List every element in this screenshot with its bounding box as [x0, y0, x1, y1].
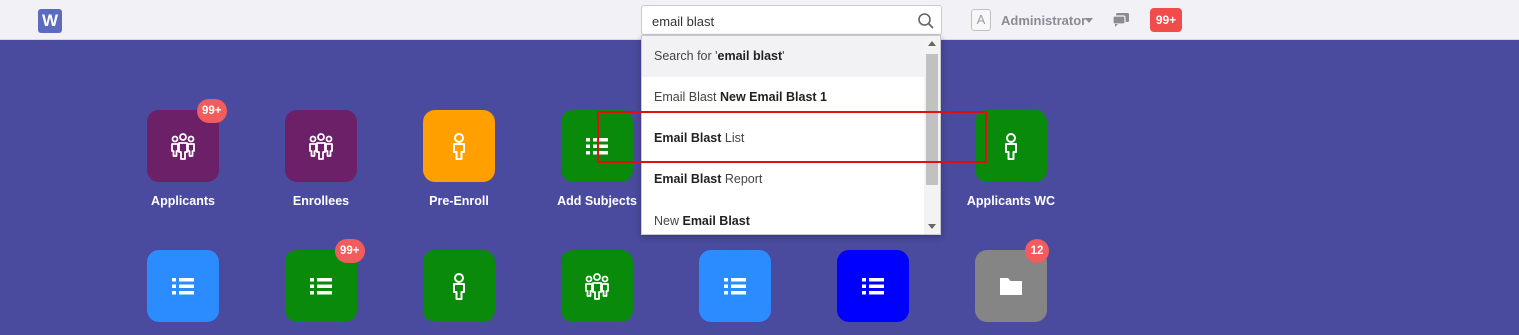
- chevron-down-icon[interactable]: [1085, 18, 1093, 23]
- tile-badge: 99+: [335, 239, 365, 263]
- search-box[interactable]: [641, 5, 942, 35]
- scroll-up-arrow-icon[interactable]: [928, 41, 936, 46]
- tile-label[interactable]: Applicants WC: [946, 194, 1076, 208]
- person-icon: [453, 133, 465, 160]
- tile-badge: 99+: [197, 99, 227, 123]
- list-icon: [862, 278, 884, 295]
- app-tile[interactable]: [423, 250, 495, 322]
- app-tile[interactable]: [699, 250, 771, 322]
- app-tile[interactable]: [561, 250, 633, 322]
- list-icon: [586, 138, 608, 155]
- group-icon: [585, 273, 609, 300]
- suggestion-email-blast-report[interactable]: Email Blast Report: [642, 159, 926, 200]
- list-icon: [172, 278, 194, 295]
- suggestion-search-for[interactable]: Search for 'email blast': [642, 36, 926, 77]
- app-logo[interactable]: W: [38, 9, 62, 33]
- app-tile[interactable]: [423, 110, 495, 182]
- search-input[interactable]: [652, 12, 912, 30]
- group-icon: [171, 133, 195, 160]
- avatar[interactable]: A: [971, 9, 991, 31]
- suggestion-email-blast-list[interactable]: Email Blast List: [642, 118, 926, 159]
- dropdown-scrollbar[interactable]: [924, 36, 940, 234]
- top-bar: W A Administrator 99+: [0, 0, 1519, 40]
- tile-label[interactable]: Enrollees: [256, 194, 386, 208]
- tile-badge: 12: [1025, 239, 1049, 263]
- notification-badge[interactable]: 99+: [1150, 8, 1182, 32]
- app-tile[interactable]: [975, 110, 1047, 182]
- app-tile[interactable]: [837, 250, 909, 322]
- person-icon: [453, 273, 465, 300]
- suggestion-new-email-blast[interactable]: New Email Blast: [642, 201, 926, 234]
- app-tile[interactable]: [561, 110, 633, 182]
- person-icon: [1005, 133, 1017, 160]
- suggestion-new-email-blast-1[interactable]: Email Blast New Email Blast 1: [642, 77, 926, 118]
- search-icon[interactable]: [917, 12, 935, 30]
- chat-icon[interactable]: [1112, 12, 1130, 28]
- app-tile[interactable]: [147, 250, 219, 322]
- search-suggestions-dropdown: Search for 'email blast' Email Blast New…: [641, 35, 941, 235]
- app-tile[interactable]: [285, 110, 357, 182]
- user-menu[interactable]: Administrator: [1001, 13, 1086, 28]
- tile-label[interactable]: Pre-Enroll: [394, 194, 524, 208]
- tile-label[interactable]: Applicants: [118, 194, 248, 208]
- group-icon: [309, 133, 333, 160]
- scrollbar-thumb[interactable]: [926, 54, 938, 185]
- list-icon: [310, 278, 332, 295]
- scroll-down-arrow-icon[interactable]: [928, 224, 936, 229]
- list-icon: [724, 278, 746, 295]
- folder-icon: [1000, 278, 1022, 295]
